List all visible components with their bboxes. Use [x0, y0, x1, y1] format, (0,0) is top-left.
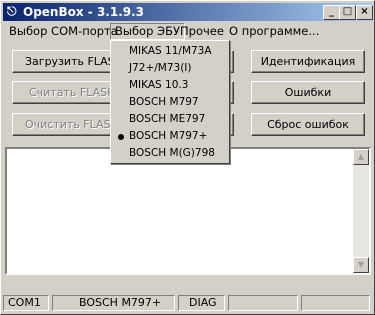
- ecu-item-label: MIKAS 11/M73A: [129, 45, 212, 57]
- ecu-dropdown-menu: MIKAS 11/M73A J72+/M73(I) MIKAS 10.3 BOS…: [110, 40, 230, 164]
- openbox-icon: ⎋: [7, 4, 17, 18]
- clear-flash-label: Очистить FLASH: [25, 118, 119, 131]
- ecu-item-label: J72+/M73(I): [129, 62, 192, 74]
- reset-errors-button[interactable]: Сброс ошибок: [251, 113, 365, 136]
- status-panel-5: [301, 295, 370, 311]
- ecu-item-label: BOSCH M797+: [129, 130, 208, 142]
- ecu-item-bosch-m797-plus[interactable]: BOSCH M797+: [113, 128, 227, 145]
- ecu-item-mikas-11[interactable]: MIKAS 11/M73A: [113, 43, 227, 60]
- close-button[interactable]: ×: [356, 5, 373, 20]
- title-bar[interactable]: ⎋ OpenBox - 3.1.9.3 _ □ ×: [3, 3, 373, 21]
- status-ecu: BOSCH M797+: [52, 295, 175, 311]
- identify-button[interactable]: Идентификация: [251, 50, 365, 73]
- menu-com-port[interactable]: Выбор COM-порта: [5, 24, 122, 39]
- read-flash-label: Считать FLASH: [29, 86, 116, 99]
- app-window: ⎋ OpenBox - 3.1.9.3 _ □ × Выбор COM-порт…: [0, 0, 375, 315]
- ecu-item-label: MIKAS 10.3: [129, 79, 189, 91]
- ecu-item-label: BOSCH M797: [129, 96, 199, 108]
- selected-bullet-icon: [118, 134, 124, 140]
- ecu-item-bosch-m797[interactable]: BOSCH M797: [113, 94, 227, 111]
- ecu-item-label: BOSCH M(G)798: [129, 147, 215, 159]
- menu-bar: Выбор COM-порта Выбор ЭБУ Прочее О прогр…: [3, 22, 372, 41]
- ecu-item-j72[interactable]: J72+/M73(I): [113, 60, 227, 77]
- ecu-item-bosch-me797[interactable]: BOSCH ME797: [113, 111, 227, 128]
- maximize-button[interactable]: □: [339, 5, 356, 20]
- menu-ecu-select[interactable]: Выбор ЭБУ: [110, 23, 185, 40]
- minimize-button[interactable]: _: [323, 5, 340, 20]
- status-port: COM1: [3, 295, 49, 311]
- load-flash-label: Загрузить FLASH: [25, 55, 123, 68]
- window-title: OpenBox - 3.1.9.3: [23, 5, 145, 19]
- ecu-item-label: BOSCH ME797: [129, 113, 206, 125]
- menu-other[interactable]: Прочее: [176, 24, 228, 39]
- status-bar: COM1 BOSCH M797+ DIAG: [3, 294, 372, 312]
- log-textarea[interactable]: ▲ ▼: [5, 147, 371, 275]
- scroll-down-icon[interactable]: ▼: [353, 257, 369, 273]
- ecu-item-bosch-mg798[interactable]: BOSCH M(G)798: [113, 145, 227, 162]
- ecu-item-mikas-10[interactable]: MIKAS 10.3: [113, 77, 227, 94]
- status-panel-4: [228, 295, 298, 311]
- scroll-up-icon[interactable]: ▲: [353, 149, 369, 165]
- errors-button[interactable]: Ошибки: [251, 81, 365, 104]
- menu-about[interactable]: О программе...: [225, 24, 323, 39]
- status-mode: DIAG: [178, 295, 225, 311]
- vertical-scrollbar[interactable]: ▲ ▼: [353, 149, 369, 273]
